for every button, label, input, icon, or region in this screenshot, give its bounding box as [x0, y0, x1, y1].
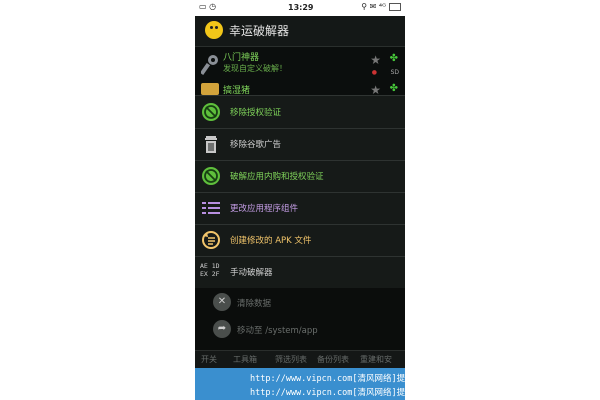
- clover-icon: ✤: [389, 83, 398, 94]
- menu-item-label: 破解应用内购和授权验证: [230, 172, 324, 182]
- star-icon[interactable]: ★: [370, 53, 381, 67]
- app-name: 八门神器: [223, 53, 260, 63]
- app-list-item[interactable]: 八门神器 发现自定义破解！ ★ ✤ ● SD: [195, 47, 405, 83]
- menu-item-label: 创建修改的 APK 文件: [230, 236, 312, 246]
- no-license-icon: [202, 167, 220, 185]
- status-right-icons: ⚲ ✉ ⁴ᴳ: [361, 2, 401, 11]
- status-icons: ⚲ ✉ ⁴ᴳ: [361, 2, 386, 11]
- sd-badge: SD: [390, 69, 399, 76]
- menu-item-label: 移除谷歌广告: [230, 140, 282, 150]
- action-label: 清除数据: [237, 299, 272, 309]
- context-menu: 移除授权验证 移除谷歌广告 破解应用内购和授权验证 更改应用程序组件 创建修改的…: [195, 95, 405, 289]
- menu-item-create-apk[interactable]: 创建修改的 APK 文件: [195, 224, 405, 257]
- menu-item-change-components[interactable]: 更改应用程序组件: [195, 192, 405, 225]
- tab-rebuild[interactable]: 重建和安: [360, 354, 392, 365]
- dimmed-actions: ✕ 清除数据 ➦ 移动至 /system/app: [195, 288, 405, 350]
- menu-item-label: 更改应用程序组件: [230, 204, 299, 214]
- menu-item-label: 手动破解器: [230, 268, 273, 278]
- move-icon: ➦: [213, 320, 231, 338]
- components-icon: [202, 202, 220, 214]
- menu-item-remove-ads[interactable]: 移除谷歌广告: [195, 128, 405, 161]
- game-icon: [201, 83, 219, 95]
- menu-item-manual-patcher[interactable]: AE 1D EX 2F 手动破解器: [195, 256, 405, 288]
- bottom-tabs: 开关 工具箱 筛选列表 备份列表 重建和安: [195, 350, 405, 369]
- clear-icon: ✕: [213, 293, 231, 311]
- clover-icon: ✤: [389, 53, 398, 64]
- move-to-system-action[interactable]: ➦ 移动至 /system/app: [213, 320, 393, 340]
- hex-icon: AE 1D EX 2F: [200, 262, 220, 278]
- key-icon: [201, 55, 218, 76]
- red-mark-icon: ●: [371, 69, 377, 76]
- trash-icon: [205, 136, 217, 153]
- rebuild-icon: [202, 231, 220, 249]
- app-logo-icon: [205, 21, 223, 39]
- no-license-icon: [202, 103, 220, 121]
- clear-data-action[interactable]: ✕ 清除数据: [213, 293, 393, 313]
- watermark-text: http://www.vipcn.com[清风网络]提供: [250, 374, 414, 384]
- status-bar: ▭ ◷ 13:29 ⚲ ✉ ⁴ᴳ: [195, 0, 405, 16]
- app-desc: 发现自定义破解！: [223, 64, 287, 73]
- phone-screen: ▭ ◷ 13:29 ⚲ ✉ ⁴ᴳ 幸运破解器 八门神器 发现自定义破解！ ★ ✤…: [195, 0, 405, 400]
- tab-filter-list[interactable]: 筛选列表: [275, 354, 307, 365]
- hex-icon-line: EX 2F: [200, 270, 220, 278]
- tab-switch[interactable]: 开关: [201, 354, 217, 365]
- app-title: 幸运破解器: [229, 24, 290, 38]
- menu-item-remove-license[interactable]: 移除授权验证: [195, 96, 405, 129]
- watermark-text: http://www.vipcn.com[清风网络]提供: [250, 388, 414, 398]
- battery-icon: [389, 2, 401, 11]
- tab-backup-list[interactable]: 备份列表: [317, 354, 349, 365]
- action-label: 移动至 /system/app: [237, 326, 318, 336]
- tab-toolbox[interactable]: 工具箱: [233, 354, 257, 365]
- hex-icon-line: AE 1D: [200, 262, 220, 270]
- menu-item-label: 移除授权验证: [230, 108, 282, 118]
- app-list-item[interactable]: 搞湿猪 ★ ✤: [195, 83, 405, 97]
- app-title-bar: 幸运破解器: [195, 16, 405, 47]
- status-left-icons: ▭ ◷: [199, 2, 217, 11]
- status-time: 13:29: [288, 3, 314, 12]
- menu-item-crack-iap[interactable]: 破解应用内购和授权验证: [195, 160, 405, 193]
